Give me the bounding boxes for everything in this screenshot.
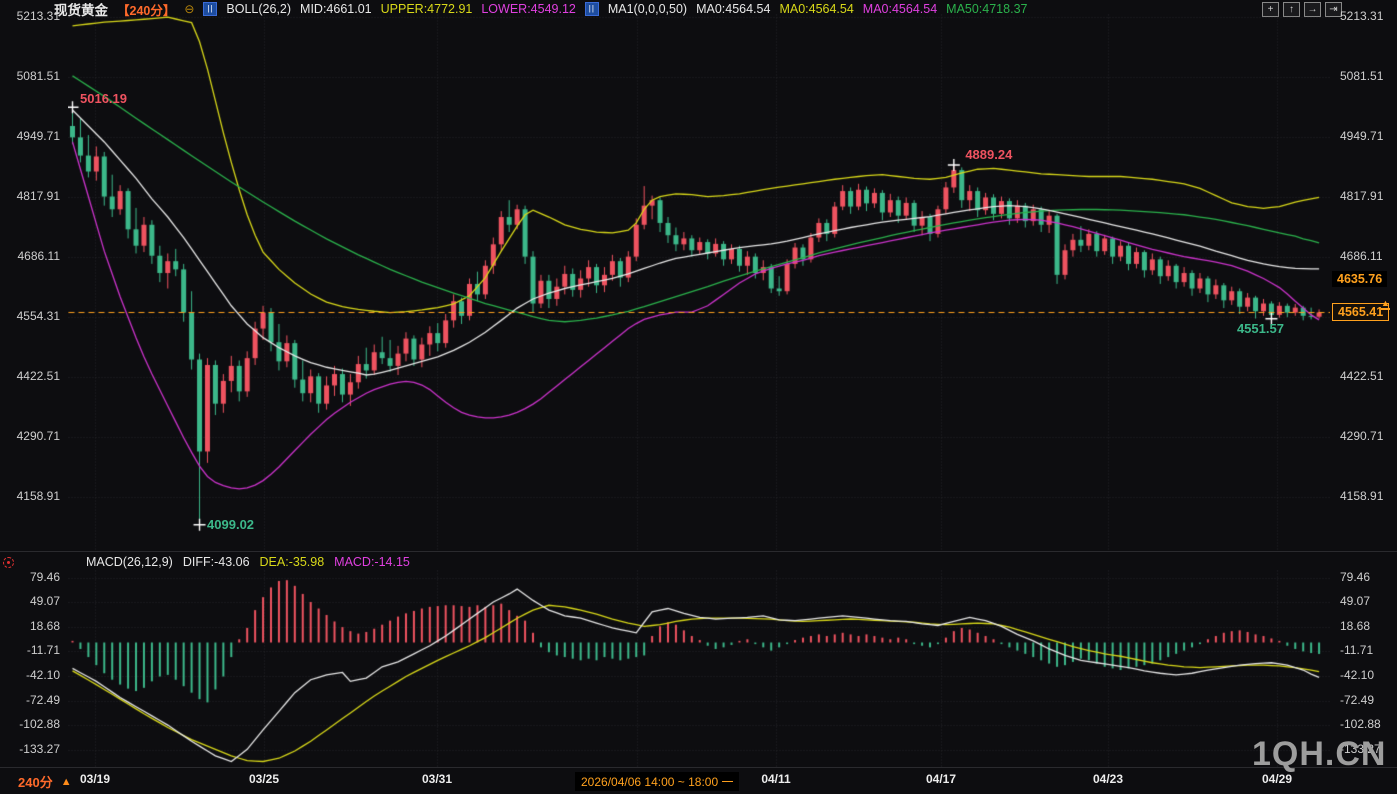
trading-chart-app: 现货黄金 【240分】 ⊖ || BOLL(26,2) MID:4661.01 …: [0, 0, 1397, 794]
y-axis-label: 5081.51: [17, 69, 60, 83]
price-annotation: 4099.02: [207, 517, 254, 532]
panel-divider: [0, 551, 1397, 552]
footer-interval[interactable]: 240分 ▲: [18, 772, 72, 791]
y-axis-label: -42.10: [26, 668, 60, 682]
y-axis-label: -72.49: [26, 693, 60, 707]
hover-time-tooltip: 2026/04/06 14:00 ~ 18:00 一: [575, 772, 739, 791]
y-axis-label: 4290.71: [17, 429, 60, 443]
ask-price-tag: 4635.76: [1332, 271, 1387, 287]
y-axis-label: 5213.31: [1340, 9, 1383, 23]
price-direction-icon: ▲: [1381, 299, 1390, 310]
y-axis-label: 49.07: [1340, 594, 1370, 608]
main-price-chart[interactable]: [68, 14, 1330, 551]
y-axis-label: -102.88: [1340, 717, 1381, 731]
macd-legend: MACD(26,12,9) DIFF:-43.06 DEA:-35.98 MAC…: [86, 555, 410, 569]
x-axis-label: 03/19: [65, 772, 125, 786]
macd-dea-value: DEA:-35.98: [260, 555, 325, 569]
x-axis-label: 03/31: [407, 772, 467, 786]
axis-divider: [0, 767, 1397, 768]
y-axis-label: 5081.51: [1340, 69, 1383, 83]
price-annotation: 4889.24: [965, 147, 1012, 162]
interval-up-icon: ▲: [61, 776, 72, 788]
y-axis-label: 4554.31: [17, 309, 60, 323]
y-axis-label: 5213.31: [17, 9, 60, 23]
y-axis-label: 4422.51: [17, 369, 60, 383]
y-axis-label: 4949.71: [17, 129, 60, 143]
y-axis-label: 79.46: [30, 570, 60, 584]
price-annotation: 5016.19: [80, 91, 127, 106]
y-axis-label: 79.46: [1340, 570, 1370, 584]
y-axis-label: 4686.11: [1340, 249, 1383, 263]
price-annotation: 4551.57: [1237, 321, 1284, 336]
y-axis-label: 49.07: [30, 594, 60, 608]
x-axis-label: 04/29: [1247, 772, 1307, 786]
y-axis-label: -72.49: [1340, 693, 1374, 707]
macd-chart[interactable]: [68, 570, 1330, 767]
x-axis-label: 04/17: [911, 772, 971, 786]
macd-macd-value: MACD:-14.15: [334, 555, 410, 569]
watermark: 1QH.CN: [1252, 735, 1386, 774]
y-axis-label: 4817.91: [1340, 189, 1383, 203]
y-axis-label: 4949.71: [1340, 129, 1383, 143]
footer-interval-label: 240分: [18, 772, 53, 791]
y-axis-label: 4158.91: [17, 489, 60, 503]
y-axis-label: 4158.91: [1340, 489, 1383, 503]
y-axis-label: -11.71: [1340, 643, 1373, 657]
macd-label: MACD(26,12,9): [86, 555, 173, 569]
y-axis-label: 4817.91: [17, 189, 60, 203]
y-axis-label: -42.10: [1340, 668, 1374, 682]
x-axis-label: 04/11: [746, 772, 806, 786]
record-indicator-icon[interactable]: [3, 557, 14, 568]
y-axis-label: 18.68: [30, 619, 60, 633]
y-axis-label: 18.68: [1340, 619, 1370, 633]
x-axis-label: 04/23: [1078, 772, 1138, 786]
y-axis-label: -133.27: [19, 742, 60, 756]
macd-diff-value: DIFF:-43.06: [183, 555, 250, 569]
y-axis-label: -11.71: [27, 643, 60, 657]
x-axis-label: 03/25: [234, 772, 294, 786]
y-axis-label: -102.88: [19, 717, 60, 731]
y-axis-label: 4686.11: [18, 249, 61, 263]
y-axis-label: 4422.51: [1340, 369, 1383, 383]
y-axis-label: 4290.71: [1340, 429, 1383, 443]
